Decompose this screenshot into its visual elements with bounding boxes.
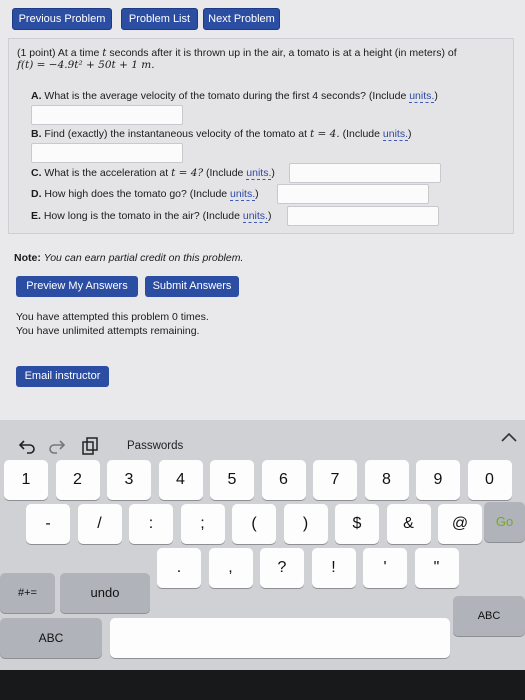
problem-list-button[interactable]: Problem List	[121, 8, 198, 30]
partial-credit-note: Note: You can earn partial credit on thi…	[14, 252, 243, 264]
question-b-text: Find (exactly) the instantaneous velocit…	[44, 128, 308, 140]
question-c-label: C.	[31, 167, 42, 179]
undo-key[interactable]: undo	[60, 573, 150, 613]
preview-answers-button[interactable]: Preview My Answers	[16, 276, 138, 297]
answer-a-input[interactable]	[31, 105, 183, 125]
next-problem-button[interactable]: Next Problem	[203, 8, 280, 30]
abc-key-left[interactable]: ABC	[0, 618, 102, 658]
key-0-num[interactable]: 1	[4, 460, 48, 500]
question-a-text: What is the average velocity of the toma…	[44, 90, 407, 102]
key-2-num[interactable]: 3	[107, 460, 151, 500]
key-row3-5[interactable]: "	[414, 548, 459, 588]
question-c: C. What is the acceleration at t = 4? (I…	[31, 167, 275, 180]
question-c-text: What is the acceleration at	[44, 167, 169, 179]
answer-d-input[interactable]	[277, 184, 429, 204]
question-d-text: How high does the tomato go? (Include	[44, 188, 228, 200]
units-link-a[interactable]: units.	[409, 90, 435, 103]
key-row2-0[interactable]: -	[26, 504, 70, 544]
paren-c: )	[271, 167, 275, 179]
key-row2-7[interactable]: &	[386, 504, 431, 544]
question-c-text2: (Include	[206, 167, 244, 179]
paren-d: )	[255, 188, 259, 200]
passwords-suggestion[interactable]: Passwords	[127, 440, 183, 452]
webwork-page: Previous Problem Problem List Next Probl…	[0, 0, 525, 420]
submit-answers-button[interactable]: Submit Answers	[145, 276, 239, 297]
key-6-num[interactable]: 7	[313, 460, 357, 500]
key-row3-0[interactable]: .	[157, 548, 201, 588]
key-row2-6[interactable]: $	[335, 504, 379, 544]
redo-icon[interactable]	[48, 438, 66, 459]
key-9-num[interactable]: 0	[467, 460, 512, 500]
key-row2-8[interactable]: @	[438, 504, 482, 544]
paren-e: )	[267, 210, 272, 222]
question-e: E. How long is the tomato in the air? (I…	[31, 210, 272, 223]
undo-icon[interactable]	[18, 438, 36, 459]
units-link-d[interactable]: units.	[230, 188, 256, 201]
abc-key-right[interactable]: ABC	[453, 596, 525, 636]
key-3-num[interactable]: 4	[158, 460, 203, 500]
key-8-num[interactable]: 9	[416, 460, 460, 500]
key-row3-1[interactable]: ,	[208, 548, 253, 588]
answer-b-input[interactable]	[31, 143, 183, 163]
units-link-e[interactable]: units.	[242, 210, 268, 223]
key-4-num[interactable]: 5	[210, 460, 254, 500]
key-row3-3[interactable]: !	[311, 548, 356, 588]
go-key[interactable]: Go	[484, 502, 525, 542]
keyboard-dismiss-icon[interactable]	[500, 430, 518, 448]
answer-e-input[interactable]	[287, 206, 439, 226]
key-row2-3[interactable]: ;	[180, 504, 225, 544]
attempts-status: You have attempted this problem 0 times.	[16, 311, 209, 323]
question-b-expr: t = 4.	[309, 128, 340, 140]
paren-a: )	[434, 90, 438, 102]
device-bezel	[0, 670, 525, 700]
question-a-label: A.	[31, 90, 42, 102]
question-b: B. Find (exactly) the instantaneous velo…	[31, 128, 412, 141]
units-link-c[interactable]: units.	[246, 167, 272, 180]
note-text: You can earn partial credit on this prob…	[43, 252, 244, 264]
question-e-text: How long is the tomato in the air? (Incl…	[43, 210, 240, 222]
intro-text-1: (1 point) At a time	[17, 47, 100, 59]
symbols-key[interactable]: #+=	[0, 573, 55, 613]
key-row2-2[interactable]: :	[129, 504, 173, 544]
height-formula: f(t) = −4.9t² + 50t + 1 m.	[17, 59, 155, 71]
key-row2-4[interactable]: (	[232, 504, 276, 544]
answer-c-input[interactable]	[289, 163, 441, 183]
key-5-num[interactable]: 6	[261, 460, 306, 500]
key-1-num[interactable]: 2	[55, 460, 100, 500]
problem-intro: (1 point) At a time t seconds after it i…	[17, 47, 457, 59]
question-b-text2: (Include	[342, 128, 380, 140]
question-e-label: E.	[31, 210, 41, 222]
question-d: D. How high does the tomato go? (Include…	[31, 188, 259, 201]
note-label: Note:	[14, 252, 41, 264]
key-row2-1[interactable]: /	[77, 504, 122, 544]
space-key[interactable]	[110, 618, 450, 658]
question-c-expr: t = 4?	[171, 167, 204, 179]
key-row3-4[interactable]: '	[363, 548, 407, 588]
question-b-label: B.	[31, 128, 42, 140]
problem-panel: (1 point) At a time t seconds after it i…	[8, 38, 514, 234]
paste-icon[interactable]	[80, 436, 100, 461]
intro-text-2: seconds after it is thrown up in the air…	[109, 47, 457, 59]
question-d-label: D.	[31, 188, 42, 200]
key-row3-2[interactable]: ?	[260, 548, 304, 588]
email-instructor-button[interactable]: Email instructor	[16, 366, 109, 387]
key-7-num[interactable]: 8	[364, 460, 409, 500]
paren-b: )	[408, 128, 412, 140]
ipad-keyboard: Passwords Go #+= undo ABC ABC 1234567890…	[0, 420, 525, 670]
question-a: A. What is the average velocity of the t…	[31, 90, 438, 103]
intro-variable: t	[102, 47, 107, 59]
key-row2-5[interactable]: )	[283, 504, 328, 544]
remaining-status: You have unlimited attempts remaining.	[16, 325, 200, 337]
units-link-b[interactable]: units.	[382, 128, 409, 141]
previous-problem-button[interactable]: Previous Problem	[12, 8, 112, 30]
